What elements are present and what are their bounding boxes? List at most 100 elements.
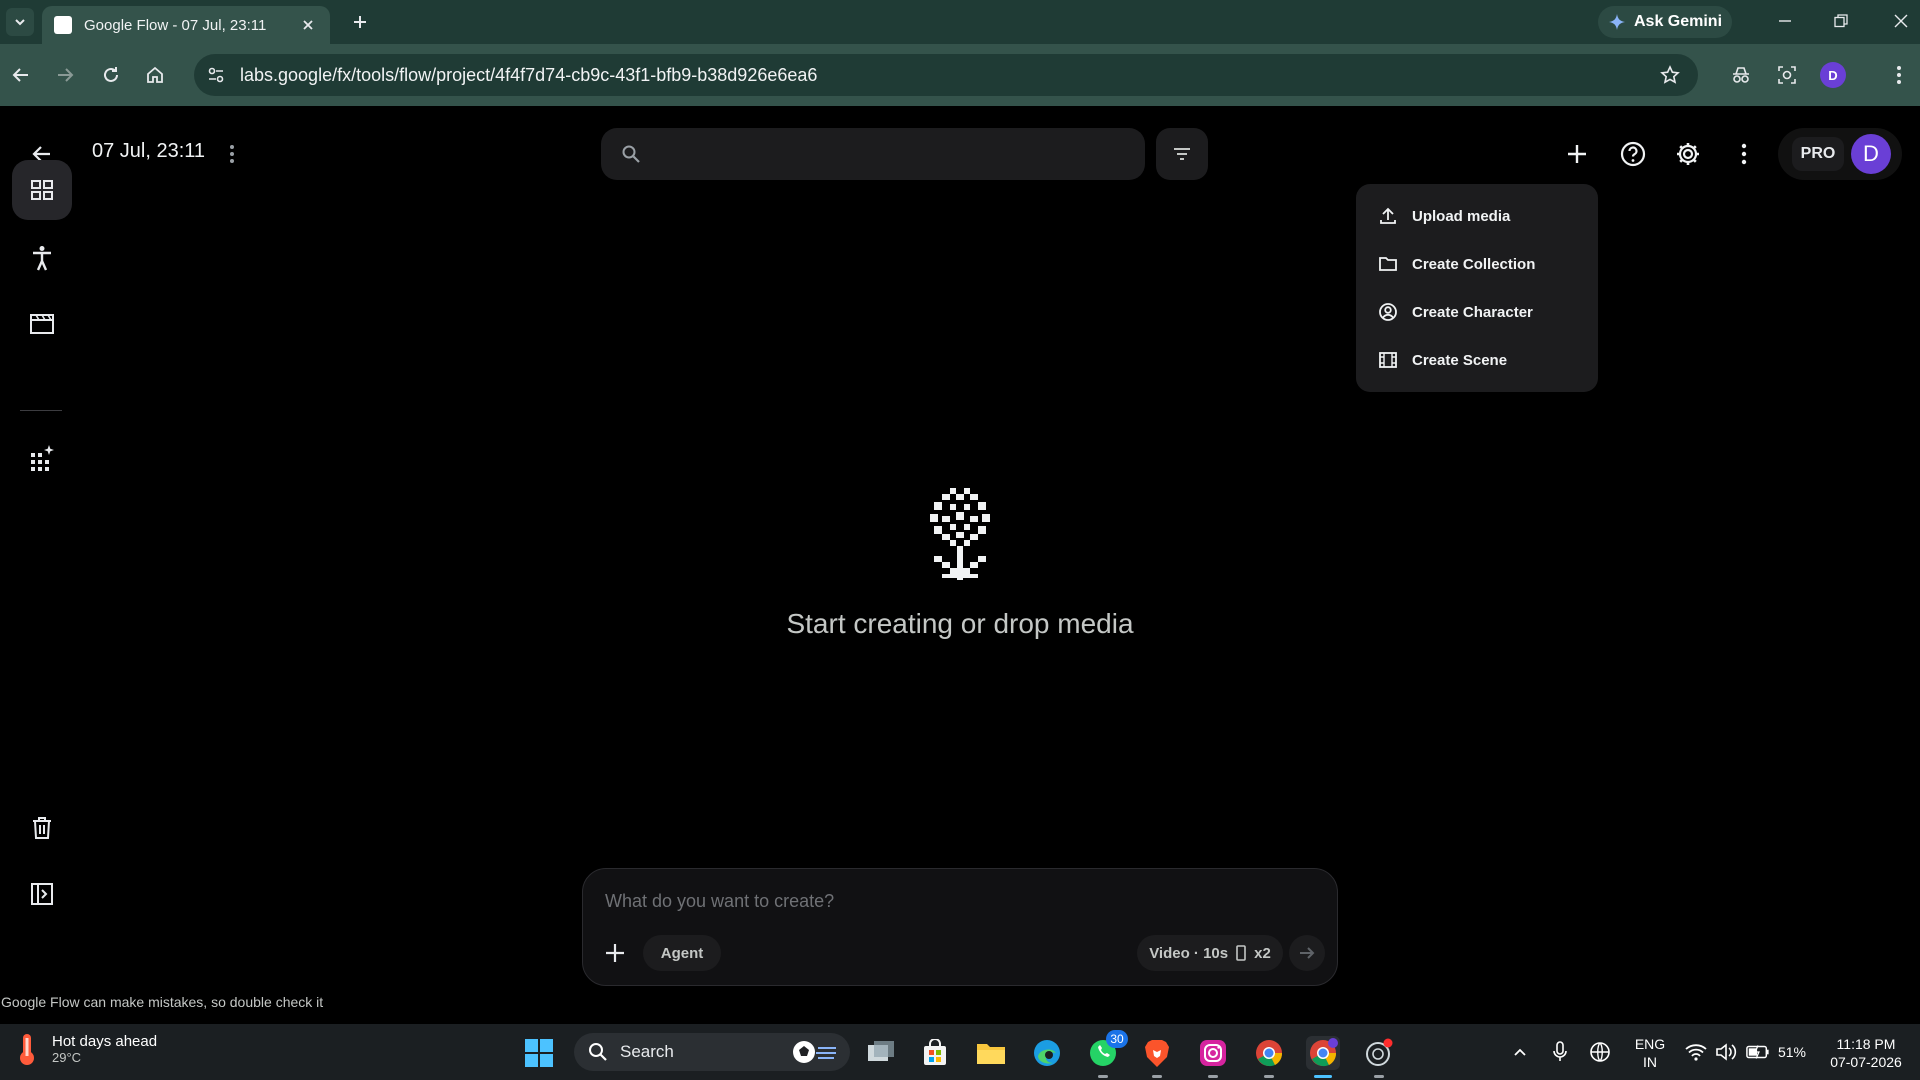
sidebar-item-panel[interactable] xyxy=(12,864,72,924)
clock[interactable]: 11:18 PM 07-07-2026 xyxy=(1820,1035,1912,1071)
close-window-button[interactable] xyxy=(1878,4,1920,38)
help-button[interactable] xyxy=(1613,134,1653,174)
user-avatar[interactable]: D xyxy=(1851,134,1891,174)
sidebar-item-trash[interactable] xyxy=(12,798,72,858)
bookmark-button[interactable] xyxy=(1656,61,1684,89)
brave-button[interactable] xyxy=(1140,1036,1174,1078)
browser-menu-button[interactable] xyxy=(1882,58,1916,92)
sidebar-item-tools[interactable] xyxy=(12,428,72,488)
whatsapp-unread-badge: 30 xyxy=(1106,1030,1128,1048)
back-nav-button[interactable] xyxy=(4,58,38,92)
windows-start-icon[interactable] xyxy=(524,1038,554,1068)
whatsapp-button[interactable]: 30 xyxy=(1086,1030,1128,1078)
edge-button[interactable] xyxy=(1030,1036,1064,1070)
new-tab-button[interactable] xyxy=(346,8,374,36)
restore-icon xyxy=(1834,14,1848,28)
input-language[interactable]: ENG IN xyxy=(1628,1035,1672,1071)
sidebar-item-scenes[interactable] xyxy=(12,294,72,354)
active-indicator xyxy=(1314,1075,1332,1078)
running-indicator xyxy=(1098,1075,1108,1078)
more-options-button[interactable] xyxy=(1724,134,1764,174)
microphone-button[interactable] xyxy=(1548,1040,1572,1064)
restore-button[interactable] xyxy=(1818,4,1864,38)
chrome-button[interactable] xyxy=(1252,1036,1286,1078)
screenshot-extension-button[interactable] xyxy=(1770,58,1804,92)
menu-item-create-character[interactable]: Create Character xyxy=(1356,288,1598,336)
grid-icon xyxy=(31,180,53,200)
show-hidden-icons-button[interactable] xyxy=(1508,1040,1532,1064)
menu-item-upload-media[interactable]: Upload media xyxy=(1356,192,1598,240)
incognito-extension-button[interactable] xyxy=(1724,58,1758,92)
agent-toggle[interactable]: Agent xyxy=(643,935,721,971)
sidebar-item-characters[interactable] xyxy=(12,228,72,288)
ask-gemini-button[interactable]: Ask Gemini xyxy=(1598,6,1732,38)
tab-close-button[interactable] xyxy=(298,15,318,35)
forward-nav-button[interactable] xyxy=(48,58,82,92)
chrome-profile-button[interactable] xyxy=(1306,1036,1340,1078)
empty-state-text: Start creating or drop media xyxy=(786,608,1134,639)
minimize-button[interactable] xyxy=(1762,4,1808,38)
home-button[interactable] xyxy=(138,58,172,92)
football-icon xyxy=(793,1041,836,1063)
more-vertical-icon xyxy=(1741,143,1747,165)
generation-settings-button[interactable]: Video · 10s x2 xyxy=(1137,935,1283,971)
prompt-input[interactable] xyxy=(605,887,1305,915)
prompt-add-button[interactable] xyxy=(597,935,633,971)
search-input[interactable] xyxy=(653,145,1133,163)
weather-widget[interactable]: Hot days ahead 29°C xyxy=(14,1032,157,1066)
search-bar[interactable] xyxy=(601,128,1145,180)
sidebar-item-grid-view[interactable] xyxy=(12,160,72,220)
volume-button[interactable] xyxy=(1714,1040,1738,1064)
instagram-button[interactable] xyxy=(1196,1036,1230,1078)
filter-button[interactable] xyxy=(1156,128,1208,180)
network-globe-button[interactable] xyxy=(1588,1040,1612,1064)
task-view-icon xyxy=(868,1041,894,1061)
output-count-label: x2 xyxy=(1254,944,1271,962)
gear-icon xyxy=(1677,143,1699,165)
add-button[interactable] xyxy=(1557,134,1597,174)
arrow-right-icon xyxy=(1300,947,1315,959)
ms-store-button[interactable] xyxy=(918,1036,952,1070)
add-menu: Upload media Create Collection Create Ch… xyxy=(1356,184,1598,392)
menu-item-create-collection[interactable]: Create Collection xyxy=(1356,240,1598,288)
microphone-icon xyxy=(1553,1041,1567,1061)
region-code: IN xyxy=(1643,1054,1657,1070)
more-vertical-icon xyxy=(1897,66,1901,84)
browser-tab[interactable]: Google Flow - 07 Jul, 23:11 xyxy=(42,6,330,44)
file-explorer-button[interactable] xyxy=(974,1036,1008,1070)
tune-icon xyxy=(208,67,224,83)
running-indicator xyxy=(1264,1075,1274,1078)
flow-app: 07 Jul, 23:11 PRO D Upload media Create … xyxy=(0,106,1920,1024)
menu-item-create-scene[interactable]: Create Scene xyxy=(1356,336,1598,384)
screen-recorder-button[interactable] xyxy=(1362,1036,1396,1078)
settings-button[interactable] xyxy=(1668,134,1708,174)
minimize-icon xyxy=(1779,20,1791,22)
chevron-down-icon xyxy=(15,19,25,26)
prompt-box: Agent Video · 10s x2 xyxy=(582,868,1338,986)
project-options-button[interactable] xyxy=(220,138,244,170)
browser-profile-button[interactable]: D xyxy=(1816,58,1850,92)
wifi-button[interactable] xyxy=(1684,1040,1708,1064)
gemini-sparkle-icon xyxy=(1608,14,1625,30)
store-bag-icon xyxy=(924,1039,946,1065)
battery-button[interactable] xyxy=(1746,1040,1770,1064)
reload-icon xyxy=(104,67,118,82)
site-info-button[interactable] xyxy=(198,57,234,93)
taskbar-search[interactable]: Search xyxy=(574,1033,850,1071)
weather-temp: 29°C xyxy=(52,1050,82,1065)
clock-time: 11:18 PM xyxy=(1836,1036,1896,1052)
browser-tab-bar: Google Flow - 07 Jul, 23:11 Ask Gemini xyxy=(0,0,1920,44)
search-icon xyxy=(622,145,640,163)
chrome-icon xyxy=(1256,1040,1283,1067)
pro-badge[interactable]: PRO xyxy=(1792,137,1844,171)
scene-icon xyxy=(1379,352,1397,368)
url-text[interactable]: labs.google/fx/tools/flow/project/4f4f7d… xyxy=(240,65,817,86)
project-title[interactable]: 07 Jul, 23:11 xyxy=(92,140,205,163)
battery-charging-icon xyxy=(1746,1045,1769,1059)
reload-button[interactable] xyxy=(94,58,128,92)
address-bar[interactable]: labs.google/fx/tools/flow/project/4f4f7d… xyxy=(194,54,1698,96)
tab-title: Google Flow - 07 Jul, 23:11 xyxy=(84,16,267,34)
tab-list-button[interactable] xyxy=(6,8,34,36)
send-button[interactable] xyxy=(1289,935,1325,971)
task-view-button[interactable] xyxy=(864,1036,898,1070)
